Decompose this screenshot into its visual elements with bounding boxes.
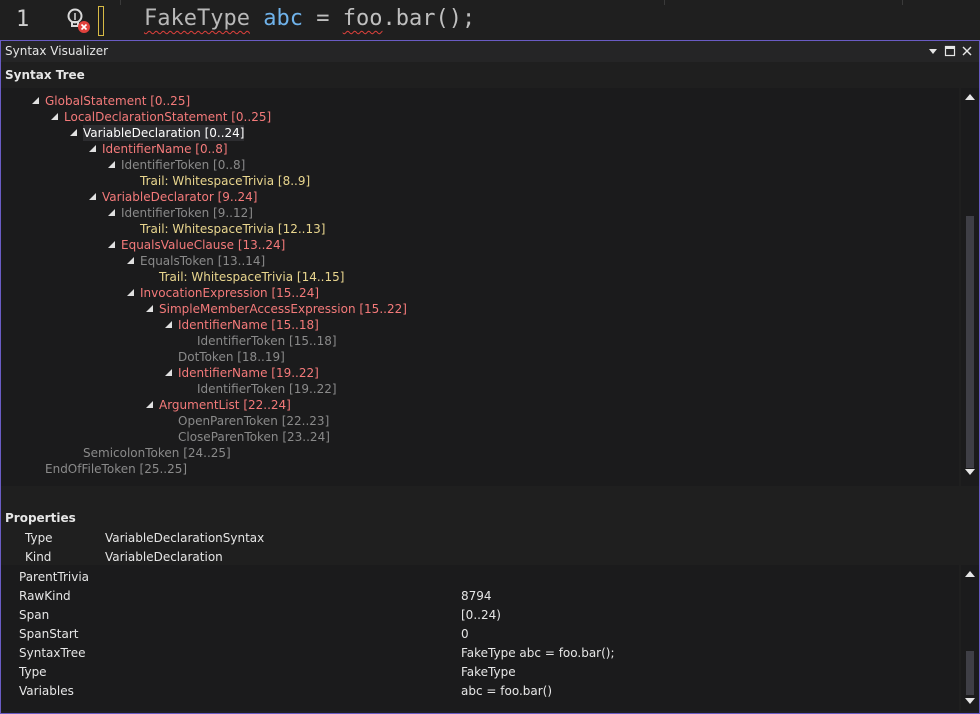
property-grid[interactable]: ParentTrivia RawKind 8794 Span [0..24) SpanSt… xyxy=(1,565,959,711)
expand-triangle-icon[interactable] xyxy=(51,113,58,120)
code-type-name: FakeType xyxy=(144,6,250,31)
expand-triangle-icon[interactable] xyxy=(127,257,134,264)
editor-divider xyxy=(664,0,665,5)
tree-node-token[interactable]: EqualsToken [13..14] xyxy=(140,253,265,269)
scroll-thumb[interactable] xyxy=(966,651,974,695)
tree-node-node[interactable]: EqualsValueClause [13..24] xyxy=(121,237,285,253)
property-name[interactable]: Variables xyxy=(19,682,74,700)
editor-divider xyxy=(902,0,903,5)
lightbulb-error-icon[interactable] xyxy=(64,7,94,35)
code-member-call: .bar(); xyxy=(382,6,476,31)
scroll-up-icon[interactable] xyxy=(965,571,975,577)
code-identifier: abc xyxy=(263,6,303,31)
change-indicator xyxy=(98,6,104,36)
expand-triangle-icon[interactable] xyxy=(108,161,115,168)
expand-triangle-icon[interactable] xyxy=(89,145,96,152)
maximize-icon[interactable] xyxy=(942,43,958,59)
syntax-visualizer-window: Syntax Visualizer Syntax Tree GlobalStat… xyxy=(0,40,980,714)
scroll-down-icon[interactable] xyxy=(965,698,975,704)
tree-node-node[interactable]: IdentifierName [0..8] xyxy=(102,141,228,157)
type-label: Type xyxy=(25,531,53,545)
tree-node-trivia[interactable]: Trail: WhitespaceTrivia [8..9] xyxy=(140,173,310,189)
expand-triangle-icon[interactable] xyxy=(89,193,96,200)
tree-node-token[interactable]: IdentifierToken [9..12] xyxy=(121,205,253,221)
kind-value: VariableDeclaration xyxy=(105,550,223,564)
tree-node-node[interactable]: SimpleMemberAccessExpression [15..22] xyxy=(159,301,407,317)
scroll-thumb[interactable] xyxy=(966,216,974,468)
property-value[interactable]: 8794 xyxy=(461,587,492,605)
properties-summary: Properties Type VariableDeclarationSynta… xyxy=(1,511,979,564)
property-value[interactable]: FakeType abc = foo.bar(); xyxy=(461,644,615,662)
tree-node-token[interactable]: IdentifierToken [15..18] xyxy=(197,333,337,349)
tree-node-node[interactable]: VariableDeclarator [9..24] xyxy=(102,189,257,205)
tree-node-token[interactable]: IdentifierToken [0..8] xyxy=(121,157,245,173)
tree-node-node[interactable]: GlobalStatement [0..25] xyxy=(45,93,190,109)
code-line[interactable]: FakeType abc = foo.bar(); xyxy=(144,6,475,31)
expand-triangle-icon[interactable] xyxy=(108,241,115,248)
close-icon[interactable] xyxy=(959,43,975,59)
tree-node-token[interactable]: OpenParenToken [22..23] xyxy=(178,413,329,429)
expand-triangle-icon[interactable] xyxy=(32,97,39,104)
tree-node-node[interactable]: InvocationExpression [15..24] xyxy=(140,285,319,301)
window-titlebar[interactable]: Syntax Visualizer xyxy=(1,41,979,62)
window-title: Syntax Visualizer xyxy=(5,44,109,58)
expand-triangle-icon[interactable] xyxy=(146,401,153,408)
tree-node-token[interactable]: DotToken [18..19] xyxy=(178,349,285,365)
tree-node-token[interactable]: EndOfFileToken [25..25] xyxy=(45,461,187,477)
expand-triangle-icon[interactable] xyxy=(70,129,77,136)
tree-node-node[interactable]: IdentifierName [15..18] xyxy=(178,317,319,333)
tree-scrollbar[interactable] xyxy=(961,88,979,486)
line-number: 1 xyxy=(16,7,30,32)
property-name[interactable]: RawKind xyxy=(19,587,71,605)
code-editor[interactable]: 1 FakeType abc = foo.bar(); xyxy=(0,0,980,40)
syntax-tree-title: Syntax Tree xyxy=(5,68,85,82)
tree-node-node[interactable]: LocalDeclarationStatement [0..25] xyxy=(64,109,271,125)
property-name[interactable]: Type xyxy=(19,663,47,681)
tree-node-node[interactable]: IdentifierName [19..22] xyxy=(178,365,319,381)
editor-divider xyxy=(120,0,121,5)
property-name[interactable]: Span xyxy=(19,606,49,624)
tree-node-token[interactable]: CloseParenToken [23..24] xyxy=(178,429,330,445)
tree-node-trivia[interactable]: Trail: WhitespaceTrivia [12..13] xyxy=(140,221,325,237)
property-value[interactable]: FakeType xyxy=(461,663,516,681)
dropdown-icon[interactable] xyxy=(925,43,941,59)
type-value: VariableDeclarationSyntax xyxy=(105,531,265,545)
expand-triangle-icon[interactable] xyxy=(165,369,172,376)
expand-triangle-icon[interactable] xyxy=(127,289,134,296)
property-value[interactable]: abc = foo.bar() xyxy=(461,682,552,700)
expand-triangle-icon[interactable] xyxy=(165,321,172,328)
expand-triangle-icon[interactable] xyxy=(108,209,115,216)
property-value[interactable]: [0..24) xyxy=(461,606,501,624)
property-scrollbar[interactable] xyxy=(961,565,979,711)
tree-node-trivia[interactable]: Trail: WhitespaceTrivia [14..15] xyxy=(159,269,344,285)
kind-label: Kind xyxy=(25,550,52,564)
property-name[interactable]: ParentTrivia xyxy=(19,568,89,586)
syntax-tree-header: Syntax Tree xyxy=(1,63,979,88)
properties-title: Properties xyxy=(5,511,76,525)
scroll-up-icon[interactable] xyxy=(965,94,975,100)
property-value[interactable]: 0 xyxy=(461,625,469,643)
property-name[interactable]: SpanStart xyxy=(19,625,79,643)
code-equals: = xyxy=(316,6,330,31)
tree-node-selected[interactable]: VariableDeclaration [0..24] xyxy=(83,125,245,141)
expand-triangle-icon[interactable] xyxy=(146,305,153,312)
code-target: foo xyxy=(342,6,383,31)
property-name[interactable]: SyntaxTree xyxy=(19,644,86,662)
tree-node-token[interactable]: SemicolonToken [24..25] xyxy=(83,445,231,461)
scroll-down-icon[interactable] xyxy=(965,469,975,475)
tree-node-token[interactable]: IdentifierToken [19..22] xyxy=(197,381,337,397)
syntax-tree-view[interactable]: GlobalStatement [0..25] LocalDeclarationS… xyxy=(1,88,959,486)
tree-node-node[interactable]: ArgumentList [22..24] xyxy=(159,397,291,413)
